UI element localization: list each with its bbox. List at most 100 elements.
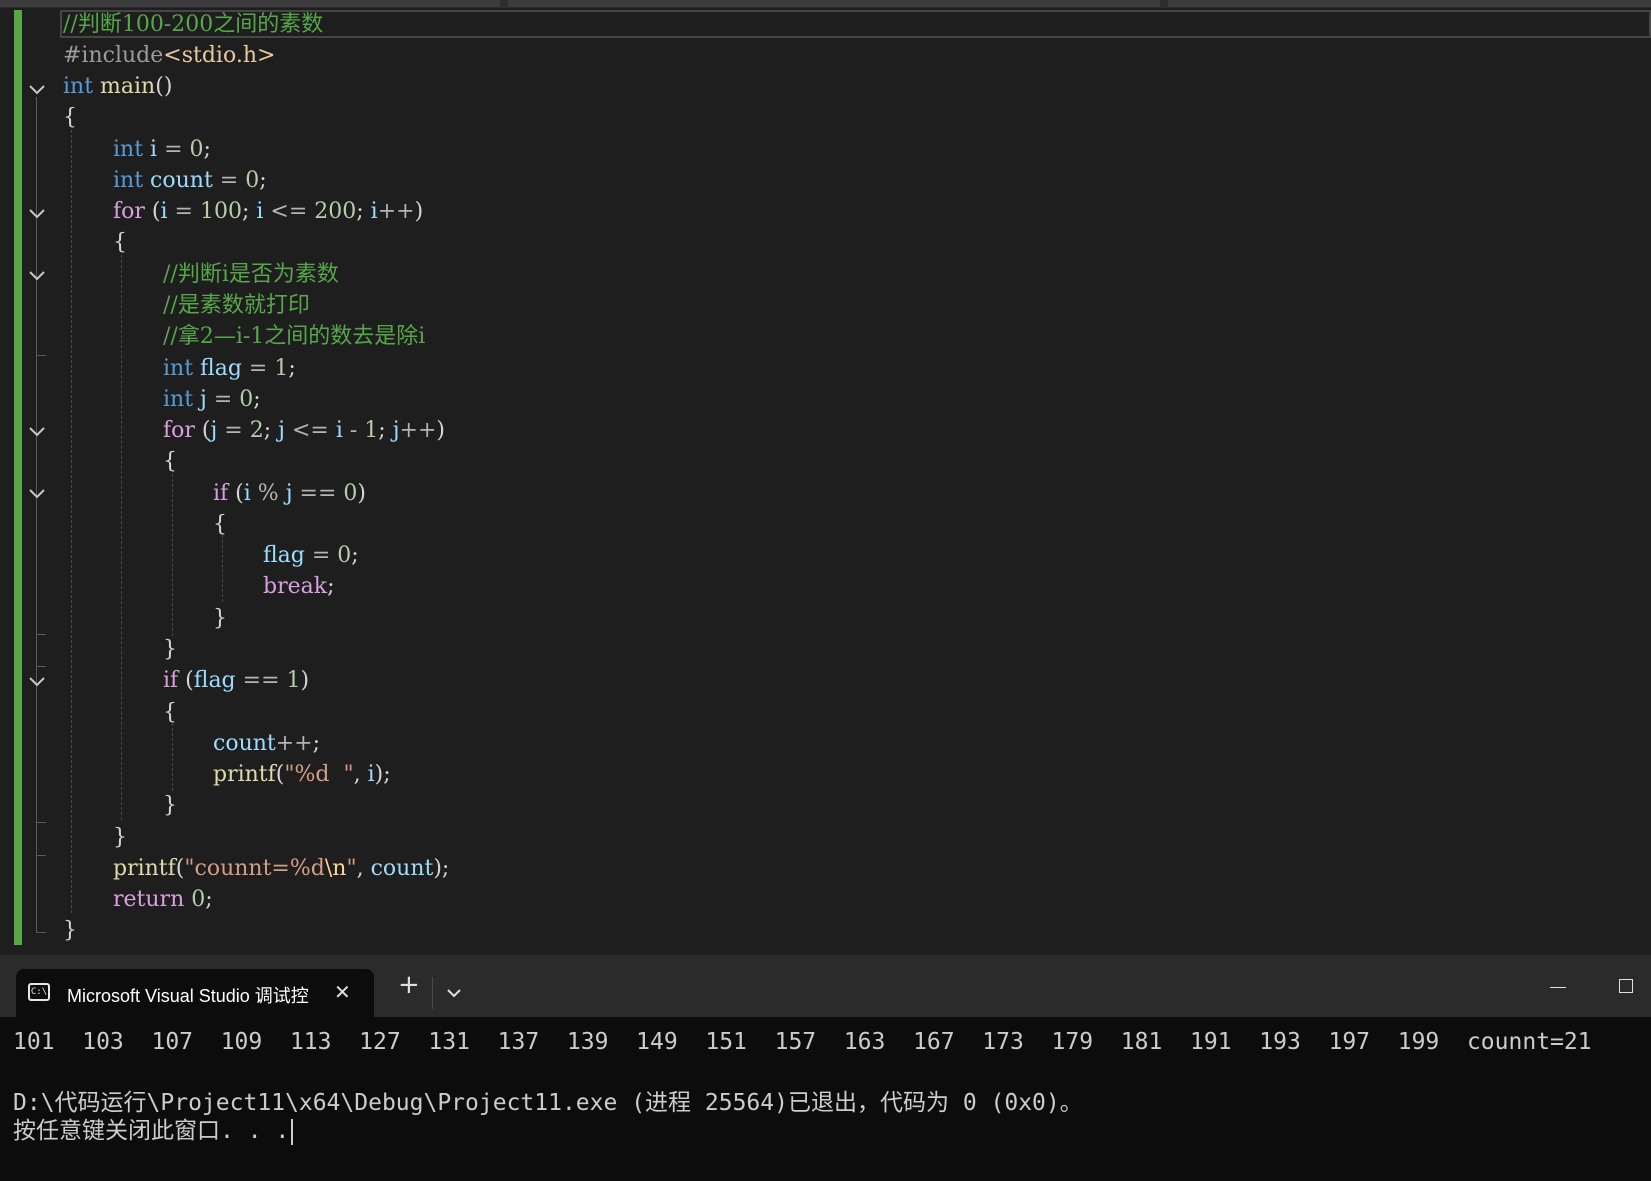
- fold-chevron-icon[interactable]: [28, 204, 46, 222]
- code-token: {: [113, 230, 127, 255]
- code-token: ;: [263, 418, 279, 443]
- code-line[interactable]: int j = 0;: [163, 384, 261, 415]
- code-token: flag: [193, 668, 236, 693]
- fold-chevron-icon[interactable]: [28, 672, 46, 690]
- indent-guide: [172, 723, 173, 791]
- code-line[interactable]: if (i % j == 0): [213, 478, 366, 509]
- code-token: =: [212, 168, 246, 193]
- code-line[interactable]: count++;: [213, 728, 320, 759]
- code-line[interactable]: printf("counnt=%d\n", count);: [113, 853, 449, 884]
- document-tab[interactable]: [1168, 0, 1651, 7]
- new-tab-button[interactable]: +: [398, 970, 420, 1000]
- document-tab[interactable]: [508, 0, 1160, 7]
- code-token: ): [436, 418, 445, 443]
- console-tab[interactable]: C:\ Microsoft Visual Studio 调试控 ✕: [16, 969, 374, 1017]
- code-token: 100: [199, 199, 242, 224]
- code-token: 1: [274, 356, 289, 381]
- debug-console-window[interactable]: C:\ Microsoft Visual Studio 调试控 ✕ + 101 …: [0, 955, 1651, 1181]
- code-token: =: [217, 418, 250, 443]
- code-line[interactable]: return 0;: [113, 884, 213, 915]
- code-line[interactable]: }: [113, 822, 127, 853]
- code-line[interactable]: #include<stdio.h>: [63, 40, 275, 71]
- code-token: (: [178, 668, 194, 693]
- code-line[interactable]: }: [163, 634, 177, 665]
- code-line[interactable]: }: [213, 603, 227, 634]
- code-token: {: [63, 105, 77, 130]
- fold-chevron-icon[interactable]: [28, 266, 46, 284]
- close-tab-icon[interactable]: ✕: [334, 980, 351, 1004]
- code-token: }: [213, 606, 227, 631]
- code-line[interactable]: for (j = 2; j <= i - 1; j++): [163, 415, 445, 446]
- code-token: int: [163, 387, 194, 412]
- code-line[interactable]: int flag = 1;: [163, 353, 296, 384]
- code-token: ;: [205, 887, 213, 912]
- outline-end: [36, 932, 46, 933]
- code-token: );: [374, 762, 391, 787]
- code-token: );: [433, 856, 450, 881]
- indent-guide: [121, 255, 122, 820]
- code-token: 1: [286, 668, 301, 693]
- code-token: return: [113, 887, 185, 912]
- document-tab[interactable]: [0, 0, 500, 7]
- code-token: 0: [189, 137, 204, 162]
- code-line[interactable]: int main(): [63, 71, 172, 102]
- code-line[interactable]: //判断100-200之间的素数: [63, 9, 323, 40]
- code-token: }: [163, 793, 177, 818]
- code-line[interactable]: //判断i是否为素数: [163, 259, 339, 290]
- fold-chevron-icon[interactable]: [28, 422, 46, 440]
- code-token: //是素数就打印: [163, 293, 310, 318]
- code-token: j: [200, 387, 207, 412]
- code-line[interactable]: break;: [263, 571, 335, 602]
- code-line[interactable]: int count = 0;: [113, 165, 267, 196]
- code-line[interactable]: {: [113, 227, 127, 258]
- code-line[interactable]: {: [213, 509, 227, 540]
- code-token: ): [357, 481, 366, 506]
- code-token: //拿2—i-1之间的数去是除i: [163, 324, 426, 349]
- code-line[interactable]: for (i = 100; i <= 200; i++): [113, 196, 423, 227]
- code-line[interactable]: printf("%d ", i);: [213, 759, 391, 790]
- code-token: int: [63, 74, 94, 99]
- code-token: count: [213, 731, 276, 756]
- code-line[interactable]: //是素数就打印: [163, 290, 310, 321]
- text-cursor: [291, 1118, 294, 1145]
- maximize-icon[interactable]: [1619, 979, 1633, 993]
- minimize-icon[interactable]: [1550, 987, 1566, 988]
- code-token: main: [100, 74, 156, 99]
- code-token: flag: [200, 356, 242, 381]
- code-token: %: [250, 481, 286, 506]
- code-token: ): [300, 668, 310, 693]
- code-token: (: [144, 199, 161, 224]
- code-token: ,: [356, 856, 371, 881]
- code-token: printf: [213, 762, 276, 787]
- code-token: =: [206, 387, 240, 412]
- code-line[interactable]: //拿2—i-1之间的数去是除i: [163, 321, 425, 352]
- code-token: i: [243, 481, 251, 506]
- code-token: }: [63, 918, 77, 943]
- indent-guide: [222, 535, 223, 602]
- code-token: =: [157, 137, 190, 162]
- code-token: ;: [351, 543, 359, 568]
- code-editor[interactable]: //判断100-200之间的素数 #include<stdio.h> int mai…: [0, 0, 1651, 955]
- code-line[interactable]: {: [163, 446, 177, 477]
- fold-chevron-icon[interactable]: [28, 80, 46, 98]
- code-line[interactable]: }: [163, 790, 177, 821]
- code-line[interactable]: flag = 0;: [263, 540, 359, 571]
- code-token: ==: [292, 481, 344, 506]
- code-line[interactable]: if (flag == 1): [163, 665, 309, 696]
- code-token: 2: [249, 418, 264, 443]
- code-line[interactable]: }: [63, 915, 77, 946]
- fold-chevron-icon[interactable]: [28, 484, 46, 502]
- document-tab-strip: [0, 0, 1651, 8]
- code-token: ;: [241, 199, 257, 224]
- code-line[interactable]: int i = 0;: [113, 134, 211, 165]
- code-line[interactable]: {: [163, 697, 177, 728]
- code-token: ==: [235, 668, 287, 693]
- code-token: =: [167, 199, 200, 224]
- code-line[interactable]: {: [63, 102, 77, 133]
- chevron-down-icon[interactable]: [446, 987, 462, 999]
- console-titlebar: C:\ Microsoft Visual Studio 调试控 ✕ +: [0, 955, 1651, 1017]
- code-token: ;: [312, 731, 321, 756]
- code-token: {: [163, 449, 177, 474]
